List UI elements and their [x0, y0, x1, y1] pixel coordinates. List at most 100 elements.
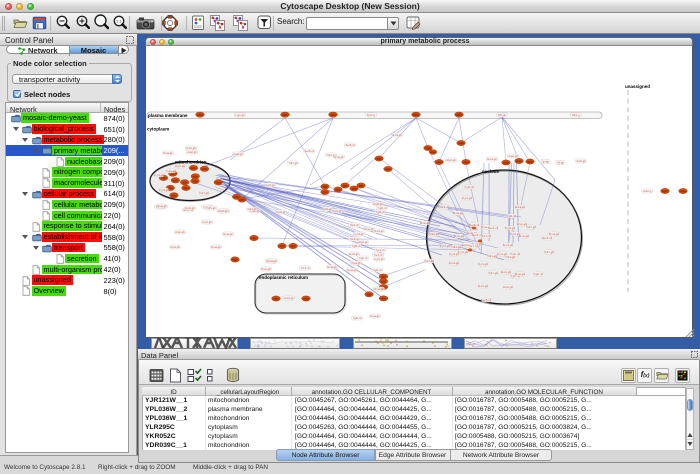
svg-text:Ygl2-rd: Ygl2-rd: [465, 185, 474, 189]
svg-text:Ygl2-rd: Ygl2-rd: [353, 316, 362, 320]
svg-text:Ydr1-gb: Ydr1-gb: [206, 206, 216, 210]
svg-text:Hxt4-gb: Hxt4-gb: [449, 261, 459, 265]
svg-text:Nma-gb: Nma-gb: [163, 151, 173, 155]
svg-text:endoplasmic reticulum: endoplasmic reticulum: [259, 275, 308, 280]
svg-text:Nma-gb: Nma-gb: [223, 232, 233, 236]
svg-text:Ydr1-gb: Ydr1-gb: [166, 169, 176, 173]
svg-text:Cyt4-gb: Cyt4-gb: [351, 261, 361, 265]
svg-text:Cyt4-gb: Cyt4-gb: [505, 226, 515, 230]
svg-text:Sec6-rd: Sec6-rd: [304, 149, 314, 153]
svg-text:Cyt4-gb: Cyt4-gb: [458, 250, 468, 254]
svg-text:Sec6-rd: Sec6-rd: [469, 223, 479, 227]
svg-text:Atp2-gb: Atp2-gb: [233, 152, 243, 156]
svg-text:Nma-gb: Nma-gb: [549, 232, 559, 236]
svg-text:Ygl2-rd: Ygl2-rd: [534, 272, 543, 276]
svg-text:Ydr1-gb: Ydr1-gb: [488, 271, 498, 275]
svg-text:Hxt4-gb: Hxt4-gb: [501, 270, 511, 274]
svg-text:unassigned: unassigned: [625, 84, 650, 89]
svg-text:Hxt4-gb: Hxt4-gb: [186, 146, 196, 150]
svg-text:Ybl-gb: Ybl-gb: [556, 161, 564, 165]
svg-text:Cyt4-gb: Cyt4-gb: [202, 220, 212, 224]
svg-text:Yor1-rd: Yor1-rd: [374, 253, 383, 257]
svg-text:Hxt4-gb: Hxt4-gb: [322, 207, 332, 211]
svg-text:Hxt4-gb: Hxt4-gb: [267, 259, 277, 263]
svg-text:Ygl2-rd: Ygl2-rd: [373, 268, 382, 272]
svg-text:Atp2-gb: Atp2-gb: [175, 164, 185, 168]
svg-text:Hxt4-gb: Hxt4-gb: [374, 229, 384, 233]
svg-text:Ydr1-gb: Ydr1-gb: [505, 255, 515, 259]
svg-text:Ydr1-gb: Ydr1-gb: [288, 161, 298, 165]
svg-text:Atp2-gb: Atp2-gb: [508, 154, 518, 158]
svg-text:Ygl2-rd: Ygl2-rd: [507, 214, 516, 218]
svg-text:Hxt4-gb: Hxt4-gb: [478, 284, 488, 288]
svg-text:Nma-gb: Nma-gb: [454, 234, 464, 238]
svg-text:Ydr1-gb: Ydr1-gb: [424, 259, 434, 263]
svg-text:Hxt4-gb: Hxt4-gb: [503, 243, 513, 247]
svg-text:Nma-gb: Nma-gb: [327, 265, 337, 269]
svg-text:Hxt4-gb: Hxt4-gb: [218, 209, 228, 213]
svg-text:Ydr1-gb: Ydr1-gb: [451, 245, 461, 249]
svg-text:Nma-gb: Nma-gb: [374, 287, 384, 291]
svg-text:Hxt4-gb: Hxt4-gb: [487, 157, 497, 161]
svg-text:Sln1-g: Sln1-g: [572, 113, 580, 117]
svg-text:Yor1-rd: Yor1-rd: [482, 234, 491, 238]
svg-text:Cyt4-gb: Cyt4-gb: [449, 252, 459, 256]
svg-text:Ydr1-gb: Ydr1-gb: [544, 250, 554, 254]
svg-text:Fps1-g: Fps1-g: [367, 113, 376, 117]
svg-text:Ygl2-rd: Ygl2-rd: [359, 256, 368, 260]
svg-text:Yor1-rd: Yor1-rd: [376, 248, 385, 252]
svg-text:Ygl2-rd: Ygl2-rd: [352, 244, 361, 248]
svg-text:Hxt4-gb: Hxt4-gb: [349, 252, 359, 256]
svg-text:Nma-gb: Nma-gb: [453, 211, 463, 215]
svg-text:Yor1-rd: Yor1-rd: [440, 205, 449, 209]
svg-text:Nma-gb: Nma-gb: [420, 221, 430, 225]
svg-text:Cyt4-gb: Cyt4-gb: [374, 257, 384, 261]
svg-text:Cyt4-gb: Cyt4-gb: [159, 188, 169, 192]
svg-text:Cyt4-gb: Cyt4-gb: [276, 210, 286, 214]
svg-text:Sec6-rd: Sec6-rd: [542, 236, 552, 240]
svg-text:Atp2-gb: Atp2-gb: [373, 202, 383, 206]
svg-text:Nma-gb: Nma-gb: [261, 267, 271, 271]
svg-text:plasma membrane: plasma membrane: [148, 113, 188, 118]
svg-text:Unk2-g: Unk2-g: [643, 189, 652, 193]
svg-text:Cyt4-gb: Cyt4-gb: [154, 173, 164, 177]
svg-text:Yor1-rd: Yor1-rd: [350, 223, 359, 227]
svg-text:Pdr-gb: Pdr-gb: [498, 113, 507, 117]
svg-text:Hxt4-gb: Hxt4-gb: [284, 296, 294, 300]
svg-text:Nma-gb: Nma-gb: [211, 245, 221, 249]
svg-text:cytoplasm: cytoplasm: [147, 127, 169, 132]
svg-text:Cyt4-gb: Cyt4-gb: [354, 232, 364, 236]
svg-text:Lrg1-gb: Lrg1-gb: [235, 113, 245, 117]
svg-text:Ydr1-gb: Ydr1-gb: [199, 191, 209, 195]
svg-text:Cyt4-gb: Cyt4-gb: [440, 244, 450, 248]
svg-text:mitochondrion: mitochondrion: [175, 160, 207, 165]
svg-text:Ydr1-gb: Ydr1-gb: [526, 225, 536, 229]
svg-text:Atp2-gb: Atp2-gb: [358, 240, 368, 244]
svg-text:Ydr1-gb: Ydr1-gb: [487, 254, 497, 258]
svg-text:Atp2-gb: Atp2-gb: [175, 230, 185, 234]
svg-text:Nma-gb: Nma-gb: [519, 234, 529, 238]
svg-text:Atp2-gb: Atp2-gb: [576, 159, 586, 163]
svg-text:Ygr-gb: Ygr-gb: [541, 160, 550, 164]
svg-text:Nma-gb: Nma-gb: [515, 272, 525, 276]
svg-text:Nma-gb: Nma-gb: [157, 204, 167, 208]
svg-text:1:1: 1:1: [116, 19, 122, 24]
svg-text:Yor1-rd: Yor1-rd: [469, 244, 478, 248]
svg-text:Nma-gb: Nma-gb: [364, 227, 374, 231]
svg-text:Cyt4-gb: Cyt4-gb: [462, 196, 472, 200]
svg-text:Ygl2-rd: Ygl2-rd: [378, 206, 387, 210]
svg-text:Cyt4-gb: Cyt4-gb: [478, 262, 488, 266]
svg-text:Yor1-rd: Yor1-rd: [301, 266, 310, 270]
svg-text:Atp2-gb: Atp2-gb: [170, 245, 180, 249]
svg-text:Sec6-rd: Sec6-rd: [345, 143, 355, 147]
svg-text:Atp2-gb: Atp2-gb: [446, 158, 456, 162]
svg-text:Cyt4-gb: Cyt4-gb: [332, 209, 342, 213]
svg-text:Nma-gb: Nma-gb: [347, 268, 357, 272]
svg-text:Hxt4-gb: Hxt4-gb: [185, 206, 195, 210]
svg-text:Atp2-gb: Atp2-gb: [187, 150, 197, 154]
svg-text:Hxt4-gb: Hxt4-gb: [392, 133, 402, 137]
svg-text:Nma-gb: Nma-gb: [334, 155, 344, 159]
svg-text:Sec6-rd: Sec6-rd: [488, 226, 498, 230]
svg-text:Ydr1-gb: Ydr1-gb: [247, 207, 257, 211]
svg-text:nucleus: nucleus: [482, 169, 500, 174]
